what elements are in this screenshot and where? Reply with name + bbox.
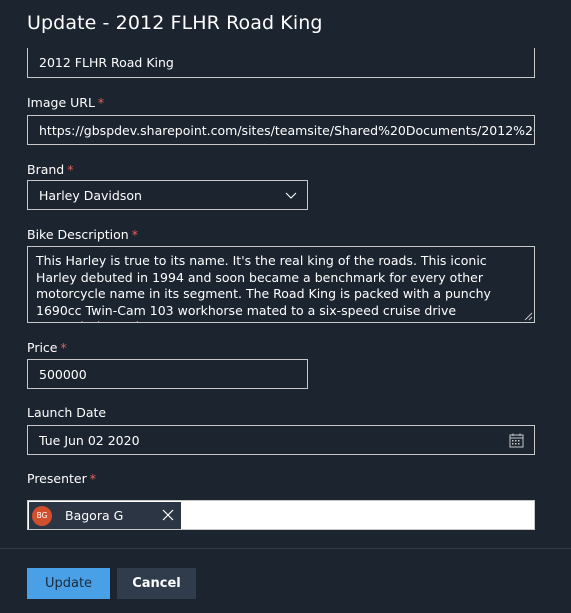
persona-name: Bagora G <box>65 508 124 523</box>
image-url-label: Image URL * <box>27 95 105 110</box>
close-icon[interactable] <box>161 508 175 522</box>
launch-date-value: Tue Jun 02 2020 <box>39 432 140 448</box>
cancel-button[interactable]: Cancel <box>117 568 196 599</box>
brand-label: Brand * <box>27 162 74 177</box>
required-mark: * <box>67 162 74 177</box>
required-mark: * <box>60 340 67 355</box>
avatar-initials: BG <box>36 511 48 520</box>
bike-description-textarea[interactable]: This Harley is true to its name. It's th… <box>27 246 535 323</box>
price-label: Price * <box>27 340 67 355</box>
resize-grip-icon[interactable] <box>524 312 533 321</box>
image-url-field[interactable]: https://gbspdev.sharepoint.com/sites/tea… <box>27 115 535 145</box>
brand-dropdown[interactable]: Harley Davidson <box>27 180 308 210</box>
price-field[interactable]: 500000 <box>27 359 308 389</box>
panel-title: Update - 2012 FLHR Road King <box>27 12 323 34</box>
bike-description-label: Bike Description * <box>27 227 138 242</box>
launch-date-label: Launch Date <box>27 405 107 420</box>
presenter-label: Presenter * <box>27 471 96 486</box>
required-mark: * <box>131 227 138 242</box>
title-field[interactable]: 2012 FLHR Road King <box>27 48 535 78</box>
presenter-people-picker[interactable]: BG Bagora G <box>27 500 535 530</box>
required-mark: * <box>89 471 96 486</box>
required-mark: * <box>97 95 105 110</box>
avatar: BG <box>32 505 52 526</box>
presenter-persona[interactable]: BG Bagora G <box>29 502 181 529</box>
launch-date-picker[interactable]: Tue Jun 02 2020 <box>27 425 535 455</box>
bike-description-value: This Harley is true to its name. It's th… <box>36 253 491 322</box>
footer-divider <box>0 548 571 549</box>
calendar-icon[interactable] <box>509 433 524 448</box>
brand-selected-value: Harley Davidson <box>39 187 142 203</box>
update-button[interactable]: Update <box>27 568 110 599</box>
price-value: 500000 <box>39 366 87 382</box>
title-field-value: 2012 FLHR Road King <box>39 55 174 70</box>
chevron-down-icon <box>285 192 297 199</box>
image-url-value: https://gbspdev.sharepoint.com/sites/tea… <box>39 122 535 138</box>
